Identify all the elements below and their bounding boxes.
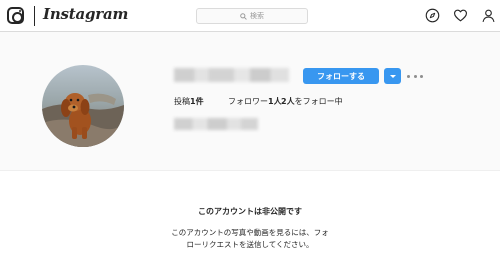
explore-compass-icon[interactable]	[425, 8, 440, 23]
instagram-glyph-icon[interactable]	[7, 7, 24, 24]
private-account-notice: このアカウントは非公開です このアカウントの写真や動画を見るには、フォローリクエ…	[0, 170, 500, 277]
posts-count: 投稿1件	[174, 97, 204, 106]
top-navigation-bar: Instagram 検索	[0, 0, 500, 32]
instagram-wordmark[interactable]: Instagram	[43, 5, 128, 23]
full-name-redacted	[174, 118, 258, 130]
search-input[interactable]: 検索	[196, 8, 308, 24]
heart-icon[interactable]	[453, 8, 468, 23]
profile-stats: 投稿1件 フォロワー1人 2人をフォロー中	[174, 96, 343, 107]
suggestions-dropdown-button[interactable]	[384, 68, 401, 84]
logo-divider	[34, 6, 35, 26]
following-count[interactable]: 2人をフォロー中	[281, 96, 343, 107]
followers-count[interactable]: フォロワー1人	[228, 96, 282, 107]
private-account-title: このアカウントは非公開です	[198, 207, 302, 216]
private-account-description: このアカウントの写真や動画を見るには、フォローリクエストを送信してください。	[171, 228, 329, 249]
search-icon	[240, 12, 247, 20]
follow-button[interactable]: フォローする	[303, 68, 379, 84]
profile-avatar[interactable]	[42, 65, 124, 147]
profile-icon[interactable]	[481, 8, 496, 23]
search-placeholder: 検索	[250, 12, 264, 20]
chevron-down-icon	[389, 74, 396, 78]
username-redacted	[174, 68, 289, 82]
more-options-icon	[407, 74, 410, 78]
more-options-button[interactable]	[407, 70, 423, 82]
